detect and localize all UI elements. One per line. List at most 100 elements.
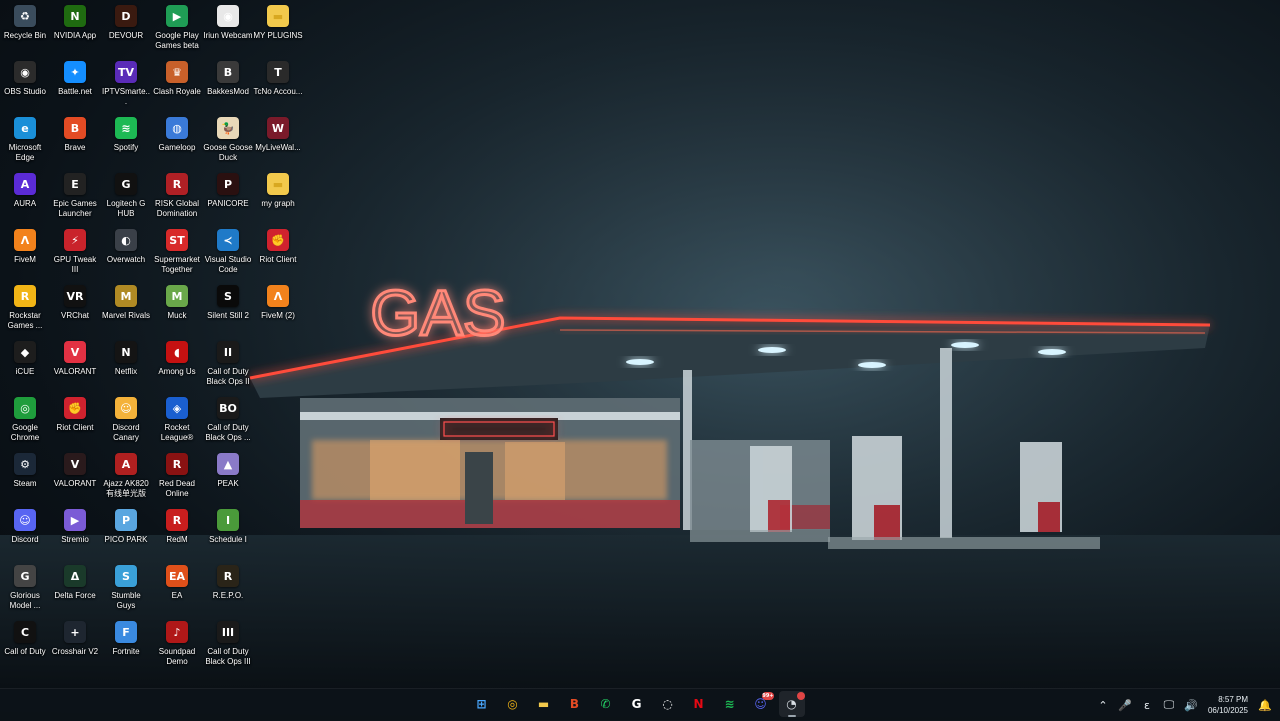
taskbar-crosshair[interactable]: ◌ xyxy=(655,691,681,717)
desktop-shortcut[interactable]: Λ FiveM (2) xyxy=(253,283,303,337)
desktop-shortcut[interactable]: N NVIDIA App xyxy=(50,3,100,57)
desktop-shortcut[interactable]: ST Supermarket Together xyxy=(152,227,202,281)
desktop-shortcut[interactable]: W MyLiveWal... xyxy=(253,115,303,169)
desktop-shortcut[interactable]: ✊ Riot Client xyxy=(50,395,100,449)
vrchat-icon: VR xyxy=(64,285,86,307)
desktop-shortcut-label: RISK Global Domination xyxy=(154,199,200,218)
desktop-shortcut[interactable]: R Red Dead Online xyxy=(152,451,202,505)
desktop-shortcut[interactable]: ◐ Overwatch xyxy=(101,227,151,281)
desktop-shortcut[interactable]: ☺ Discord xyxy=(0,507,50,561)
notifications-bell-icon[interactable]: 🔔 xyxy=(1254,699,1276,712)
desktop-shortcut[interactable]: B BakkesMod xyxy=(203,59,253,113)
desktop-shortcut[interactable]: M Marvel Rivals xyxy=(101,283,151,337)
start-button[interactable]: ⊞ xyxy=(469,691,495,717)
taskbar-whatsapp[interactable]: ✆ xyxy=(593,691,619,717)
desktop-shortcut[interactable]: VR VRChat xyxy=(50,283,100,337)
logitech-icon: G xyxy=(115,173,137,195)
desktop-shortcut[interactable]: V VALORANT xyxy=(50,339,100,393)
microphone-icon[interactable]: 🎤 xyxy=(1114,699,1136,712)
desktop-shortcut[interactable]: V VALORANT xyxy=(50,451,100,505)
desktop-shortcut[interactable]: III Call of Duty Black Ops III xyxy=(203,619,253,673)
taskbar-file-explorer[interactable]: ▬ xyxy=(531,691,557,717)
desktop-shortcut[interactable]: R Rockstar Games ... xyxy=(0,283,50,337)
desktop-shortcut[interactable]: F Fortnite xyxy=(101,619,151,673)
riot-client-icon: ✊ xyxy=(267,229,289,251)
desktop-shortcut[interactable]: R RedM xyxy=(152,507,202,561)
desktop-shortcut[interactable]: G Logitech G HUB xyxy=(101,171,151,225)
desktop-shortcut-label: my graph xyxy=(261,199,295,208)
desktop-shortcut[interactable]: EA EA xyxy=(152,563,202,617)
desktop-shortcut[interactable]: M Muck xyxy=(152,283,202,337)
taskbar-chrome[interactable]: ◎ xyxy=(500,691,526,717)
taskbar-app-active[interactable]: ◔ xyxy=(778,691,805,717)
desktop-shortcut[interactable]: B Brave xyxy=(50,115,100,169)
desktop-shortcut-label: EA xyxy=(171,591,183,600)
desktop-shortcut[interactable]: ⚡ GPU Tweak III xyxy=(50,227,100,281)
desktop-shortcut[interactable]: TV IPTVSmarte... xyxy=(101,59,151,113)
taskbar-netflix[interactable]: N xyxy=(686,691,712,717)
desktop-shortcut-label: PEAK xyxy=(217,479,239,488)
desktop-shortcut[interactable]: II Call of Duty Black Ops II xyxy=(203,339,253,393)
desktop-shortcut-label: Silent Still 2 xyxy=(207,311,249,320)
desktop-shortcut[interactable]: C Call of Duty xyxy=(0,619,50,673)
desktop-shortcut[interactable]: ▲ PEAK xyxy=(203,451,253,505)
goose-duck-icon: 🦆 xyxy=(217,117,239,139)
desktop-shortcut[interactable]: BO Call of Duty Black Ops ... xyxy=(203,395,253,449)
taskbar-logitech[interactable]: G xyxy=(624,691,650,717)
desktop-shortcut[interactable]: ◖ Among Us xyxy=(152,339,202,393)
desktop-shortcut[interactable]: ◉ Iriun Webcam xyxy=(203,3,253,57)
taskbar-spotify[interactable]: ≋ xyxy=(717,691,743,717)
desktop-shortcut[interactable]: R RISK Global Domination xyxy=(152,171,202,225)
desktop-shortcut[interactable]: N Netflix xyxy=(101,339,151,393)
desktop-shortcut[interactable]: ◆ iCUE xyxy=(0,339,50,393)
desktop-shortcut[interactable]: ≺ Visual Studio Code xyxy=(203,227,253,281)
desktop-shortcut[interactable]: ✦ Battle.net xyxy=(50,59,100,113)
desktop-shortcut[interactable]: P PANICORE xyxy=(203,171,253,225)
keyboard-language-icon[interactable]: ε xyxy=(1136,699,1158,712)
taskbar-discord[interactable]: ☺ 99+ xyxy=(748,691,774,717)
desktop-shortcut[interactable]: e Microsoft Edge xyxy=(0,115,50,169)
clock[interactable]: 8:57 PM 06/10/2025 xyxy=(1208,694,1248,716)
tray-chevron-up-icon[interactable]: ⌃ xyxy=(1092,699,1114,712)
desktop-shortcut[interactable]: ▶ Google Play Games beta xyxy=(152,3,202,57)
desktop-shortcut[interactable]: Δ Delta Force xyxy=(50,563,100,617)
desktop-shortcut[interactable]: ♪ Soundpad Demo xyxy=(152,619,202,673)
desktop-shortcut[interactable]: ✊ Riot Client xyxy=(253,227,303,281)
desktop-shortcut[interactable]: A Ajazz AK820 有线单光版 xyxy=(101,451,151,505)
desktop-shortcut[interactable]: ◈ Rocket League® xyxy=(152,395,202,449)
desktop-shortcut[interactable]: T TcNo Accou... xyxy=(253,59,303,113)
soundpad-icon: ♪ xyxy=(166,621,188,643)
desktop-shortcut[interactable]: A AURA xyxy=(0,171,50,225)
desktop-shortcut-label: Rockstar Games ... xyxy=(7,311,43,330)
desktop-shortcut[interactable]: S Silent Still 2 xyxy=(203,283,253,337)
chrome-icon: ◎ xyxy=(507,697,518,711)
taskbar-brave[interactable]: B xyxy=(562,691,588,717)
desktop-shortcut-label: FiveM xyxy=(14,255,36,264)
desktop-shortcut[interactable]: ▬ MY PLUGINS xyxy=(253,3,303,57)
system-tray: ⌃ 🎤 ε 🖵 🔊 8:57 PM 06/10/2025 🔔 xyxy=(1092,689,1280,721)
desktop-shortcut[interactable]: + Crosshair V2 xyxy=(50,619,100,673)
volume-icon[interactable]: 🔊 xyxy=(1180,699,1202,712)
desktop-shortcut[interactable]: ≋ Spotify xyxy=(101,115,151,169)
desktop-shortcut[interactable]: 🦆 Goose Goose Duck xyxy=(203,115,253,169)
desktop-shortcut[interactable]: E Epic Games Launcher xyxy=(50,171,100,225)
desktop-shortcut[interactable]: G Glorious Model ... xyxy=(0,563,50,617)
desktop-shortcut[interactable]: ♛ Clash Royale xyxy=(152,59,202,113)
desktop-shortcut[interactable]: ◍ Gameloop xyxy=(152,115,202,169)
desktop-shortcut[interactable]: P PICO PARK xyxy=(101,507,151,561)
desktop-shortcut[interactable]: Λ FiveM xyxy=(0,227,50,281)
desktop-shortcut[interactable]: ◉ OBS Studio xyxy=(0,59,50,113)
desktop-shortcut[interactable]: ☺ Discord Canary xyxy=(101,395,151,449)
desktop-shortcut[interactable]: S Stumble Guys xyxy=(101,563,151,617)
bo3-icon: III xyxy=(217,621,239,643)
desktop-shortcut[interactable]: ⚙ Steam xyxy=(0,451,50,505)
desktop-shortcut[interactable]: ♻ Recycle Bin xyxy=(0,3,50,57)
desktop-shortcut[interactable]: R R.E.P.O. xyxy=(203,563,253,617)
desktop-shortcut[interactable]: D DEVOUR xyxy=(101,3,151,57)
network-icon[interactable]: 🖵 xyxy=(1158,698,1180,712)
desktop-shortcut[interactable]: I Schedule I xyxy=(203,507,253,561)
clock-date: 06/10/2025 xyxy=(1207,706,1248,715)
desktop-shortcut[interactable]: ▶ Stremio xyxy=(50,507,100,561)
desktop-shortcut[interactable]: ◎ Google Chrome xyxy=(0,395,50,449)
desktop-shortcut[interactable]: ▬ my graph xyxy=(253,171,303,225)
